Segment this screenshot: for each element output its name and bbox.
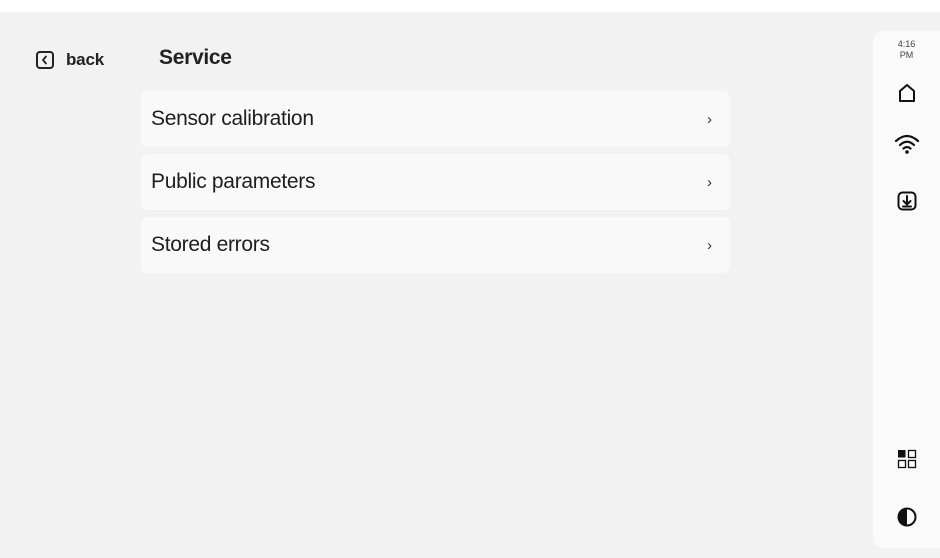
download-button[interactable] [893, 189, 921, 217]
home-icon [895, 81, 919, 110]
menu-item-sensor-calibration[interactable]: Sensor calibration › [141, 91, 730, 147]
apps-button[interactable] [893, 447, 921, 475]
menu-item-public-parameters[interactable]: Public parameters › [141, 154, 730, 210]
chevron-right-icon: › [707, 236, 712, 254]
menu-item-label: Sensor calibration [151, 107, 314, 130]
menu-item-label: Stored errors [151, 233, 270, 256]
back-button[interactable]: back [36, 48, 104, 72]
chevron-right-icon: › [707, 173, 712, 191]
service-screen: back Service Sensor calibration › Public… [0, 12, 940, 558]
status-clock: 4:16 PM [873, 39, 940, 61]
service-menu: Sensor calibration › Public parameters ›… [141, 91, 730, 273]
back-label: back [66, 50, 104, 69]
contrast-icon [896, 506, 918, 533]
home-button[interactable] [893, 81, 921, 109]
contrast-button[interactable] [893, 505, 921, 533]
menu-item-label: Public parameters [151, 170, 316, 193]
menu-item-stored-errors[interactable]: Stored errors › [141, 217, 730, 273]
page-title: Service [159, 46, 232, 69]
side-rail: 4:16 PM [873, 31, 940, 548]
apps-grid-icon [896, 448, 918, 475]
download-icon [895, 189, 919, 218]
wifi-button[interactable] [893, 132, 921, 160]
wifi-icon [894, 132, 920, 161]
clock-time: 4:16 [897, 39, 916, 49]
chevron-right-icon: › [707, 110, 712, 128]
chevron-left-icon [36, 51, 54, 69]
clock-ampm: PM [899, 50, 914, 60]
